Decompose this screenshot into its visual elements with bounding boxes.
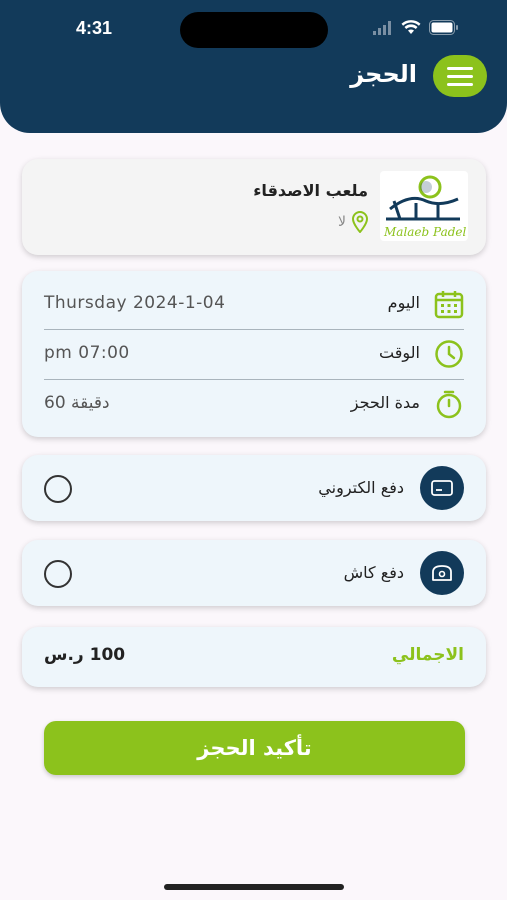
venue-logo-subtext: Malaeb Padel xyxy=(383,225,467,239)
confirm-booking-button[interactable]: تأكيد الحجز xyxy=(44,721,465,775)
signal-icon xyxy=(373,20,391,35)
venue-location: لا xyxy=(338,211,368,233)
status-time: 4:31 xyxy=(76,18,113,38)
day-value: Thursday 2024-1-04 xyxy=(44,293,226,313)
day-label: اليوم xyxy=(387,293,420,312)
card-icon xyxy=(420,466,464,510)
duration-value: 60 دقيقة xyxy=(44,393,110,413)
payment-radio-electronic[interactable] xyxy=(44,475,72,503)
detail-row-day: اليوم Thursday 2024-1-04 xyxy=(44,279,464,329)
app-header: 4:31 الحجز xyxy=(0,0,507,133)
cash-icon xyxy=(420,551,464,595)
detail-row-duration: مدة الحجز 60 دقيقة xyxy=(44,379,464,429)
venue-location-text: لا xyxy=(338,214,346,230)
payment-option-label: دفع كاش xyxy=(343,563,404,582)
total-card: الاجمالي 100 ر.س xyxy=(22,627,486,687)
detail-row-time: الوقت pm 07:00 xyxy=(44,329,464,379)
page-title: الحجز xyxy=(350,60,417,88)
status-icons xyxy=(373,20,459,35)
payment-option-label: دفع الكتروني xyxy=(318,478,404,497)
wifi-icon xyxy=(401,20,421,34)
menu-icon xyxy=(447,66,473,70)
payment-radio-cash[interactable] xyxy=(44,560,72,588)
payment-option-cash[interactable]: دفع كاش xyxy=(22,540,486,606)
time-value: pm 07:00 xyxy=(44,343,130,363)
venue-name: ملعب الاصدقاء xyxy=(253,181,368,200)
time-label: الوقت xyxy=(379,343,420,362)
total-label: الاجمالي xyxy=(391,645,464,665)
clock-icon xyxy=(435,340,463,368)
battery-icon xyxy=(429,20,458,35)
dynamic-island xyxy=(180,12,328,48)
venue-logo: Malaeb Padel xyxy=(380,171,468,241)
venue-card[interactable]: Malaeb Padel ملعب الاصدقاء لا xyxy=(22,159,486,255)
calendar-icon xyxy=(434,291,464,319)
duration-label: مدة الحجز xyxy=(350,393,420,412)
home-indicator xyxy=(164,884,344,890)
booking-details-card: اليوم Thursday 2024-1-04 الوقت pm 07:00 … xyxy=(22,271,486,437)
location-pin-icon xyxy=(352,211,368,233)
stopwatch-icon xyxy=(436,390,462,419)
payment-option-electronic[interactable]: دفع الكتروني xyxy=(22,455,486,521)
menu-button[interactable] xyxy=(433,55,487,97)
total-value: 100 ر.س xyxy=(44,645,126,665)
